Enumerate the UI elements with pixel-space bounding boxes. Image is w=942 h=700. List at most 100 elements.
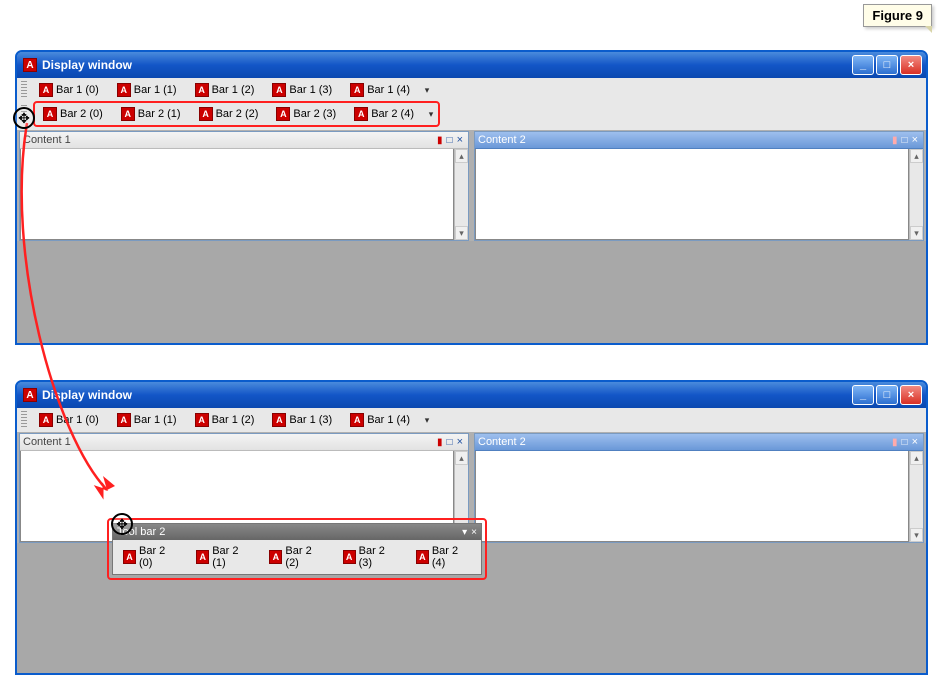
button-icon: A	[350, 413, 364, 427]
button-icon: A	[195, 413, 209, 427]
button-icon: A	[196, 550, 209, 564]
pin-icon[interactable]: ▮	[892, 135, 898, 146]
scrollbar[interactable]: ▴ ▾	[909, 451, 923, 542]
floating-toolbar[interactable]: Tool bar 2 ▾ × ABar 2 (0) ABar 2 (1) ABa…	[112, 523, 482, 575]
button-label: Bar 2 (0)	[139, 545, 178, 569]
toolbar-button[interactable]: ABar 2 (2)	[193, 105, 265, 123]
scrollbar[interactable]: ▴ ▾	[454, 149, 468, 240]
toolbar-overflow[interactable]: ▾	[422, 413, 432, 427]
pane-title: Content 2	[478, 134, 526, 146]
toolbar-button[interactable]: ABar 2 (4)	[410, 543, 477, 571]
button-icon: A	[199, 107, 213, 121]
close-icon[interactable]: ×	[912, 436, 918, 448]
toolbar-button[interactable]: ABar 1 (1)	[111, 81, 183, 99]
scrollbar[interactable]: ▴ ▾	[909, 149, 923, 240]
pane-header[interactable]: Content 1 ▮ □ ×	[20, 434, 468, 451]
button-icon: A	[117, 83, 131, 97]
toolbar-options-icon[interactable]: ▾	[462, 527, 467, 538]
minimize-button[interactable]: _	[852, 55, 874, 75]
toolbar-area: ABar 1 (0) ABar 1 (1) ABar 1 (2) ABar 1 …	[17, 78, 926, 131]
figure-label: Figure 9	[863, 4, 932, 27]
pane-body	[475, 149, 909, 240]
maximize-icon[interactable]: □	[447, 437, 453, 448]
button-label: Bar 1 (3)	[289, 414, 332, 426]
toolbar-button[interactable]: ABar 1 (3)	[266, 81, 338, 99]
content-panes: Content 1 ▮ □ × ▴ ▾ Content 2 ▮	[17, 131, 926, 241]
maximize-icon[interactable]: □	[447, 135, 453, 146]
display-window-top: A Display window _ □ × ABar 1 (0) ABar 1…	[15, 50, 928, 345]
toolbar-button[interactable]: ABar 1 (4)	[344, 81, 416, 99]
toolbar-button[interactable]: ABar 1 (2)	[189, 81, 261, 99]
window-title: Display window	[42, 58, 132, 72]
toolbar-area: ABar 1 (0) ABar 1 (1) ABar 1 (2) ABar 1 …	[17, 408, 926, 433]
toolbar-1[interactable]: ABar 1 (0) ABar 1 (1) ABar 1 (2) ABar 1 …	[21, 410, 922, 430]
maximize-icon[interactable]: □	[902, 437, 908, 448]
button-icon: A	[195, 83, 209, 97]
pin-icon[interactable]: ▮	[892, 437, 898, 448]
scroll-down-icon[interactable]: ▾	[910, 226, 923, 240]
window-background: Tool bar 2 ▾ × ABar 2 (0) ABar 2 (1) ABa…	[17, 543, 926, 673]
scroll-up-icon[interactable]: ▴	[910, 451, 923, 465]
button-icon: A	[39, 413, 53, 427]
toolbar-button[interactable]: ABar 2 (3)	[337, 543, 404, 571]
toolbar-button[interactable]: ABar 1 (0)	[33, 81, 105, 99]
close-icon[interactable]: ×	[912, 134, 918, 146]
content-pane-2: Content 2 ▮ □ × ▴ ▾	[474, 131, 924, 241]
button-label: Bar 1 (0)	[56, 414, 99, 426]
scroll-down-icon[interactable]: ▾	[455, 226, 468, 240]
window-background	[17, 241, 926, 343]
toolbar-overflow[interactable]: ▾	[426, 107, 436, 121]
pane-header[interactable]: Content 2 ▮ □ ×	[475, 434, 923, 451]
content-pane-1: Content 1 ▮ □ × ▴ ▾	[19, 131, 469, 241]
button-label: Bar 1 (2)	[212, 84, 255, 96]
content-pane-2: Content 2 ▮ □ × ▴ ▾	[474, 433, 924, 543]
toolbar-button[interactable]: ABar 1 (1)	[111, 411, 183, 429]
scroll-down-icon[interactable]: ▾	[910, 528, 923, 542]
toolbar-button[interactable]: ABar 2 (1)	[115, 105, 187, 123]
toolbar-grip[interactable]	[21, 81, 27, 99]
minimize-icon: _	[860, 59, 866, 71]
pin-icon[interactable]: ▮	[437, 437, 443, 448]
close-button[interactable]: ×	[900, 385, 922, 405]
app-icon: A	[23, 58, 37, 72]
toolbar-grip[interactable]	[21, 411, 27, 429]
button-icon: A	[123, 550, 136, 564]
maximize-icon: □	[884, 59, 891, 71]
minimize-button[interactable]: _	[852, 385, 874, 405]
toolbar-button[interactable]: ABar 1 (4)	[344, 411, 416, 429]
pin-icon[interactable]: ▮	[437, 135, 443, 146]
titlebar[interactable]: A Display window _ □ ×	[17, 52, 926, 78]
pane-header[interactable]: Content 2 ▮ □ ×	[475, 132, 923, 149]
close-icon[interactable]: ×	[457, 134, 463, 146]
maximize-button[interactable]: □	[876, 385, 898, 405]
toolbar-button[interactable]: ABar 2 (0)	[37, 105, 109, 123]
button-icon: A	[416, 550, 429, 564]
toolbar-button[interactable]: ABar 1 (0)	[33, 411, 105, 429]
scroll-up-icon[interactable]: ▴	[455, 451, 468, 465]
window-title: Display window	[42, 388, 132, 402]
maximize-button[interactable]: □	[876, 55, 898, 75]
close-icon[interactable]: ×	[457, 436, 463, 448]
button-label: Bar 2 (4)	[432, 545, 471, 569]
floating-toolbar-titlebar[interactable]: Tool bar 2 ▾ ×	[113, 524, 481, 540]
toolbar-1[interactable]: ABar 1 (0) ABar 1 (1) ABar 1 (2) ABar 1 …	[21, 80, 922, 100]
scroll-up-icon[interactable]: ▴	[910, 149, 923, 163]
titlebar[interactable]: A Display window _ □ ×	[17, 382, 926, 408]
scroll-up-icon[interactable]: ▴	[455, 149, 468, 163]
maximize-icon[interactable]: □	[902, 135, 908, 146]
floating-toolbar-highlight: Tool bar 2 ▾ × ABar 2 (0) ABar 2 (1) ABa…	[107, 518, 487, 580]
toolbar-button[interactable]: ABar 2 (4)	[348, 105, 420, 123]
button-label: Bar 1 (3)	[289, 84, 332, 96]
close-button[interactable]: ×	[900, 55, 922, 75]
pane-body	[475, 451, 909, 542]
toolbar-button[interactable]: ABar 1 (3)	[266, 411, 338, 429]
close-icon[interactable]: ×	[471, 527, 477, 538]
close-icon: ×	[908, 59, 914, 71]
toolbar-button[interactable]: ABar 1 (2)	[189, 411, 261, 429]
toolbar-overflow[interactable]: ▾	[422, 83, 432, 97]
toolbar-button[interactable]: ABar 2 (0)	[117, 543, 184, 571]
toolbar-button[interactable]: ABar 2 (3)	[270, 105, 342, 123]
toolbar-button[interactable]: ABar 2 (2)	[263, 543, 330, 571]
pane-header[interactable]: Content 1 ▮ □ ×	[20, 132, 468, 149]
toolbar-button[interactable]: ABar 2 (1)	[190, 543, 257, 571]
